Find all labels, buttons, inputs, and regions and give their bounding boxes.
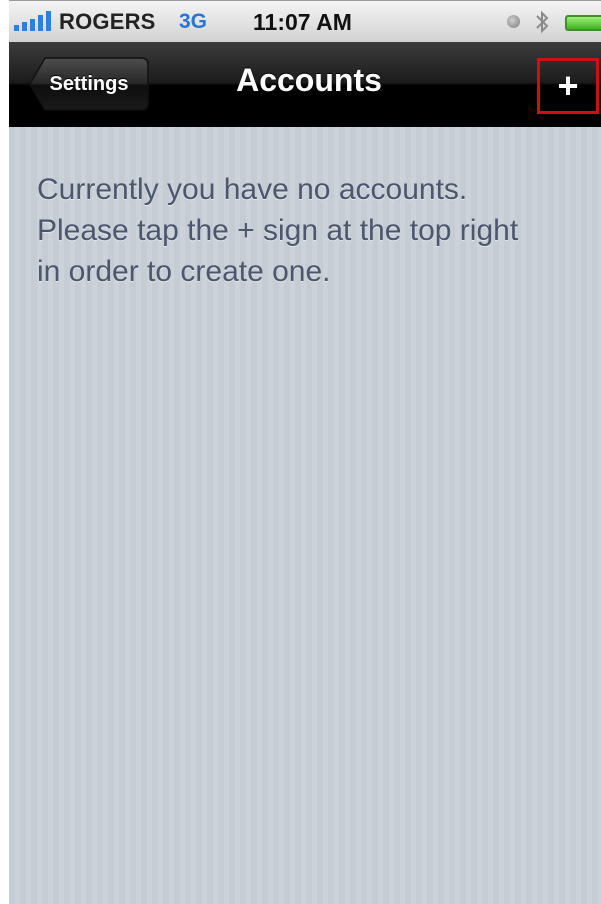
carrier-name: ROGERS [59, 9, 156, 34]
settings-back-button[interactable] [29, 57, 149, 111]
message-line: Currently you have no accounts. [37, 173, 468, 206]
page-title: Accounts [236, 62, 382, 98]
bluetooth-icon [536, 10, 549, 34]
status-bar: ROGERS 3G 11:07 AM [9, 0, 601, 42]
lock-icon [507, 15, 520, 28]
message-line: in order to create one. [37, 255, 331, 288]
status-time: 11:07 AM [253, 9, 352, 35]
battery-icon [565, 15, 601, 31]
navigation-bar: Settings Accounts + [9, 42, 601, 127]
add-account-button[interactable]: + [537, 58, 599, 114]
network-type: 3G [179, 10, 208, 33]
message-line: Please tap the + sign at the top right [37, 214, 519, 247]
signal-bars-icon [14, 11, 51, 31]
back-arrow-shape [29, 57, 149, 111]
accounts-content: Currently you have no accounts. Please t… [9, 127, 601, 904]
empty-state-message: Currently you have no accounts. Please t… [37, 169, 587, 292]
phone-screen: ROGERS 3G 11:07 AM Settings Accounts + C… [9, 0, 601, 904]
plus-icon: + [557, 65, 579, 106]
